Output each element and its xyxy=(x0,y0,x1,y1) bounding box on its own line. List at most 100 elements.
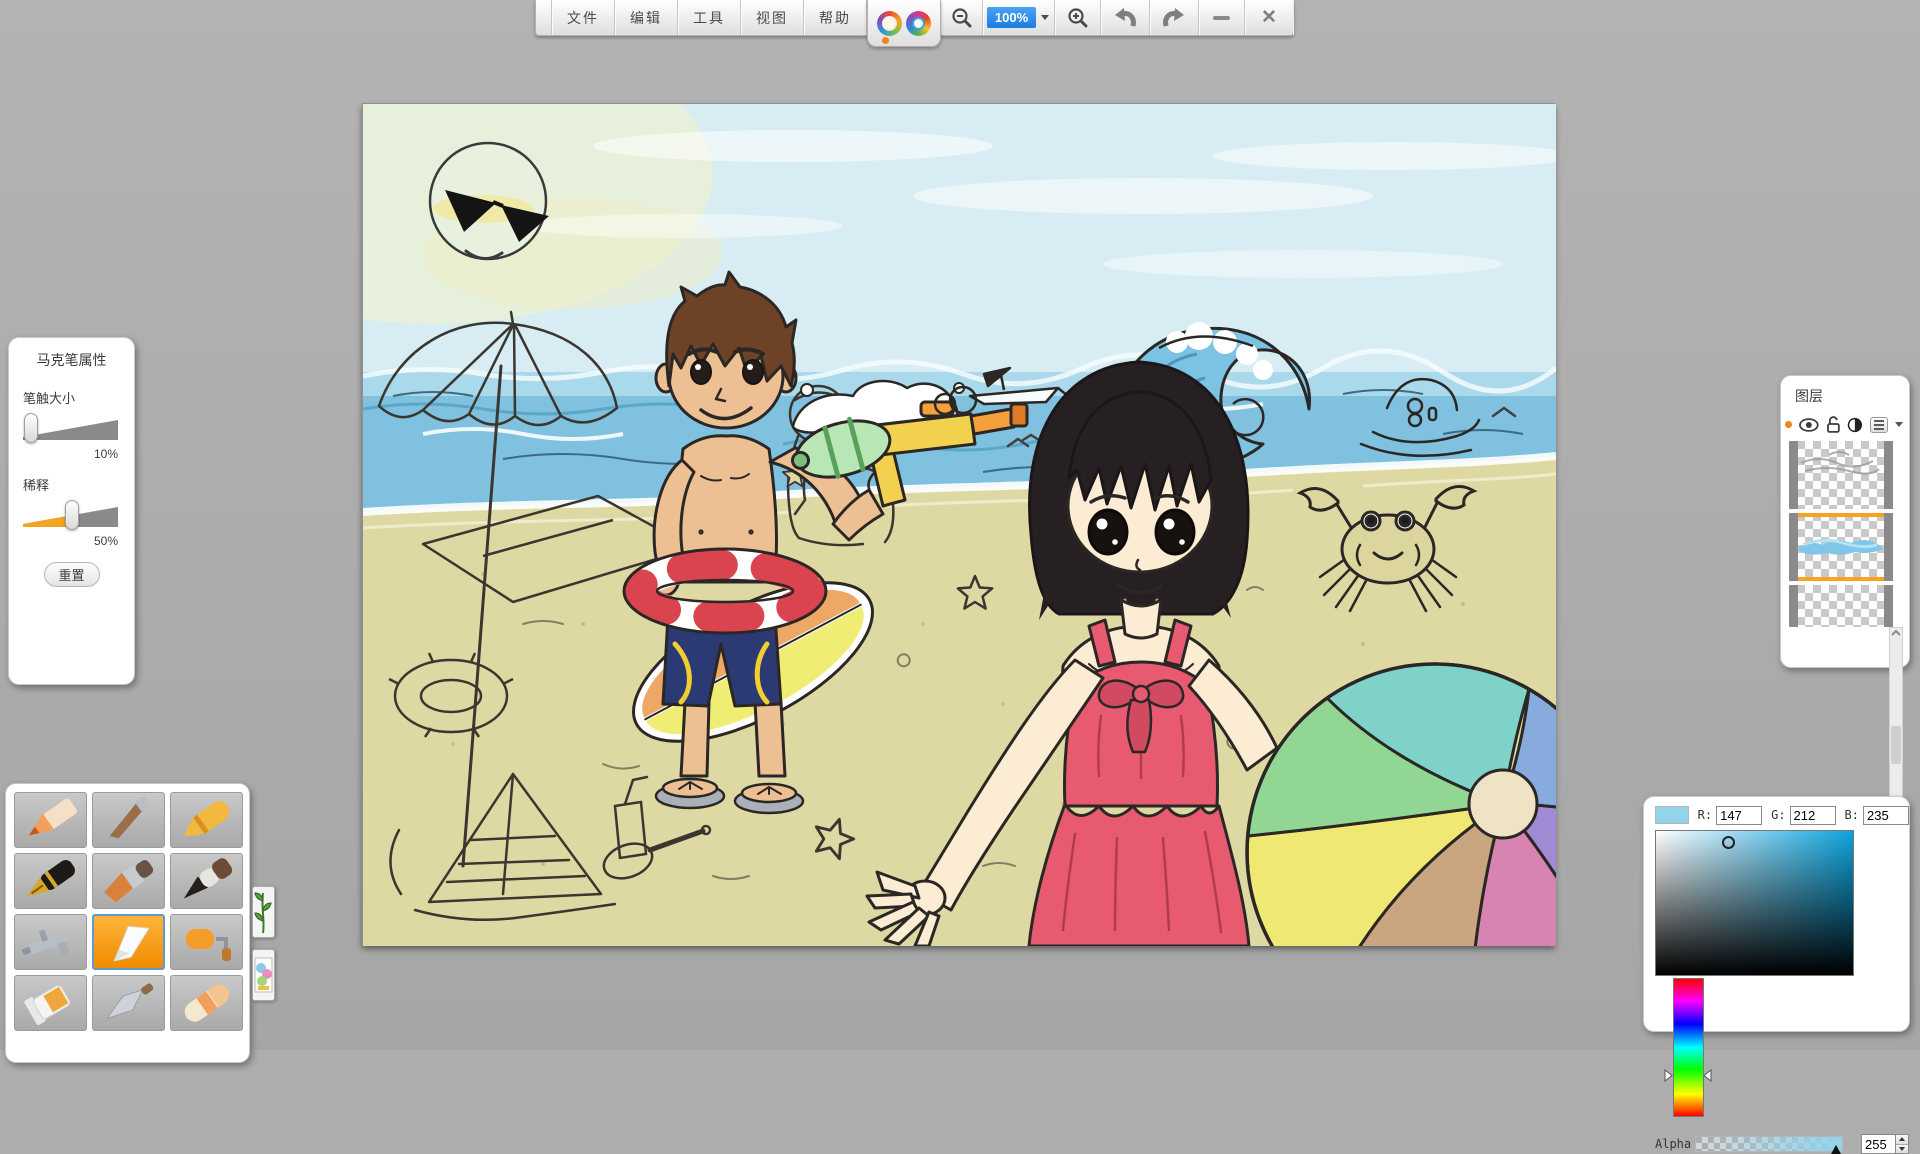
color-grip-handle[interactable] xyxy=(1624,837,1654,883)
blue-label: B: xyxy=(1845,808,1859,822)
layer-list xyxy=(1789,441,1893,627)
dilute-thumb[interactable] xyxy=(65,500,79,530)
orange-dot-icon xyxy=(1785,421,1792,428)
tool-eraser[interactable] xyxy=(170,975,243,1031)
saturation-value-square[interactable] xyxy=(1655,830,1854,976)
alpha-spinner xyxy=(1861,1134,1909,1154)
layers-title: 图层 xyxy=(1795,386,1903,406)
alpha-input[interactable] xyxy=(1862,1135,1895,1153)
tool-paint-roller[interactable] xyxy=(170,914,243,970)
layers-icon-row xyxy=(1789,416,1903,433)
panel-title: 马克笔属性 xyxy=(21,350,122,370)
red-input[interactable] xyxy=(1716,806,1762,825)
reset-button[interactable]: 重置 xyxy=(44,562,100,587)
layer-menu-caret-icon[interactable] xyxy=(1895,422,1903,427)
zoom-in-icon xyxy=(1067,7,1089,29)
plant-stamp-icon xyxy=(253,887,274,937)
current-color-swatch xyxy=(1655,806,1689,824)
hue-bar[interactable] xyxy=(1673,978,1704,1117)
tool-marker[interactable] xyxy=(92,914,165,970)
zoom-in-button[interactable] xyxy=(1055,0,1101,35)
zoom-level-value[interactable]: 100% xyxy=(987,7,1036,28)
tool-paint-jar[interactable] xyxy=(14,975,87,1031)
brush-size-thumb[interactable] xyxy=(24,413,38,443)
alpha-slider-thumb[interactable] xyxy=(1831,1145,1841,1154)
mascot-swirl-icon[interactable] xyxy=(906,11,931,36)
close-button[interactable]: ✕ xyxy=(1245,0,1293,35)
hue-arrow-right-icon[interactable] xyxy=(1703,1069,1712,1082)
paint-jar-icon xyxy=(16,980,86,1026)
rgb-row: R: G: B: xyxy=(1655,805,1909,825)
tool-palette-knife[interactable] xyxy=(92,975,165,1031)
tool-ink-brush[interactable] xyxy=(170,853,243,909)
layer-row-empty[interactable] xyxy=(1789,585,1893,627)
marker-properties-panel: 马克笔属性 笔触大小 10% 稀释 50% 重置 xyxy=(8,337,135,685)
brush-size-value: 10% xyxy=(21,447,118,461)
layer-scrollbar[interactable] xyxy=(1889,627,1903,813)
alpha-increment-button[interactable] xyxy=(1896,1135,1908,1144)
tool-airbrush[interactable] xyxy=(14,914,87,970)
mascot-orange-dot xyxy=(882,37,889,44)
menu-help[interactable]: 帮助 xyxy=(804,0,867,35)
zoom-out-button[interactable] xyxy=(941,0,983,35)
menu-tools[interactable]: 工具 xyxy=(678,0,741,35)
beach-scene xyxy=(363,104,1556,946)
sun-with-sunglasses xyxy=(430,143,549,259)
alpha-decrement-button[interactable] xyxy=(1896,1144,1908,1154)
undo-button[interactable] xyxy=(1101,0,1150,35)
menu-view[interactable]: 视图 xyxy=(741,0,804,35)
lock-icon[interactable] xyxy=(1826,416,1841,433)
tool-flat-brush[interactable] xyxy=(92,853,165,909)
opacity-contrast-icon[interactable] xyxy=(1847,417,1863,433)
zoom-level-group: 100% xyxy=(983,0,1055,35)
dilute-slider[interactable] xyxy=(23,500,118,530)
hue-bar-group xyxy=(1664,976,1712,1122)
mascot-clown-icon[interactable] xyxy=(877,11,902,36)
colored-pencil-icon xyxy=(16,797,86,843)
dilute-label: 稀释 xyxy=(23,475,122,494)
tool-fountain-pen[interactable] xyxy=(14,853,87,909)
visibility-eye-icon[interactable] xyxy=(1799,418,1819,432)
alpha-row: Alpha xyxy=(1655,1122,1909,1154)
desktop-background: 文件 编辑 工具 视图 帮助 100% xyxy=(0,0,1920,1050)
menu-edit[interactable]: 编辑 xyxy=(615,0,678,35)
layer-menu-button[interactable] xyxy=(1870,417,1888,433)
scrollbar-thumb[interactable] xyxy=(1891,726,1901,764)
alpha-slider[interactable] xyxy=(1695,1136,1843,1152)
layer-sketch-preview xyxy=(1789,441,1893,509)
redo-icon xyxy=(1161,6,1187,30)
tool-crayon[interactable] xyxy=(170,792,243,848)
scroll-up-icon[interactable] xyxy=(1890,628,1902,642)
brush-size-slider[interactable] xyxy=(23,413,118,443)
red-label: R: xyxy=(1698,808,1712,822)
palette-grip-handle[interactable] xyxy=(245,802,275,848)
ink-brush-icon xyxy=(172,858,242,904)
color-selector-dot[interactable] xyxy=(1722,836,1735,849)
layer-row-water-selected[interactable] xyxy=(1789,513,1893,581)
plant-stamp-thumbnail[interactable] xyxy=(252,886,275,938)
sky xyxy=(363,104,1556,404)
alpha-label: Alpha xyxy=(1655,1137,1695,1151)
image-stamp-thumbnail[interactable] xyxy=(252,949,275,1001)
fountain-pen-icon xyxy=(16,858,86,904)
tool-palette-panel xyxy=(5,783,250,1063)
layers-grip-handle[interactable] xyxy=(1761,410,1791,456)
layer-water-preview xyxy=(1789,513,1893,581)
tool-colored-pencil[interactable] xyxy=(14,792,87,848)
redo-button[interactable] xyxy=(1150,0,1199,35)
blue-input[interactable] xyxy=(1863,806,1909,825)
zoom-out-icon xyxy=(951,7,973,29)
minimize-button[interactable] xyxy=(1199,0,1245,35)
tool-pastel-stick[interactable] xyxy=(92,792,165,848)
menu-file[interactable]: 文件 xyxy=(552,0,615,35)
tool-grid xyxy=(14,792,241,1031)
green-input[interactable] xyxy=(1790,806,1836,825)
color-picker-panel: R: G: B: Alpha xyxy=(1643,796,1910,1032)
drawing-canvas[interactable] xyxy=(362,103,1555,945)
layer-row-sketch[interactable] xyxy=(1789,441,1893,509)
panel-grip-handle[interactable] xyxy=(126,358,156,404)
marker-icon xyxy=(94,919,163,965)
zoom-dropdown-caret-icon[interactable] xyxy=(1041,15,1049,20)
main-toolbar: 文件 编辑 工具 视图 帮助 100% xyxy=(535,0,1294,36)
hue-arrow-left-icon[interactable] xyxy=(1664,1069,1673,1082)
